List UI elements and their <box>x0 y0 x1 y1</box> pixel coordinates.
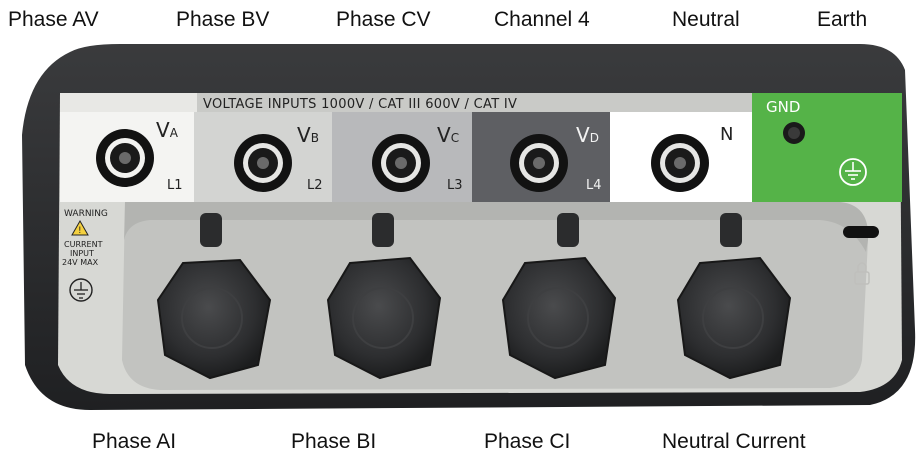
label-phase-ai: Phase AI <box>92 430 177 453</box>
gnd-label: GND <box>766 98 800 116</box>
jack-va <box>96 129 154 187</box>
lock-slot <box>843 226 879 238</box>
label-phase-ci: Phase CI <box>484 430 571 453</box>
jack-vc <box>372 134 430 192</box>
jack-vd <box>510 134 568 192</box>
gnd-jack <box>783 122 805 144</box>
warning-title: WARNING <box>64 209 108 219</box>
svg-text:!: ! <box>78 226 82 236</box>
label-phase-bi: Phase BI <box>291 430 377 453</box>
vb-line: L2 <box>307 178 323 193</box>
warning-line1: CURRENT <box>64 240 103 249</box>
warning-line2: INPUT <box>70 249 94 258</box>
device-panel: VOLTAGE INPUTS 1000V / CAT III 600V / CA… <box>22 44 916 410</box>
n-label: N <box>720 124 733 145</box>
warning-line3: 24V MAX <box>62 258 99 267</box>
jack-n <box>651 134 709 192</box>
vd-line: L4 <box>586 178 602 193</box>
label-neutral-current: Neutral Current <box>662 430 806 453</box>
va-line: L1 <box>167 178 183 193</box>
vc-line: L3 <box>447 178 463 193</box>
jack-vb <box>234 134 292 192</box>
voltage-header: VOLTAGE INPUTS 1000V / CAT III 600V / CA… <box>203 97 517 112</box>
